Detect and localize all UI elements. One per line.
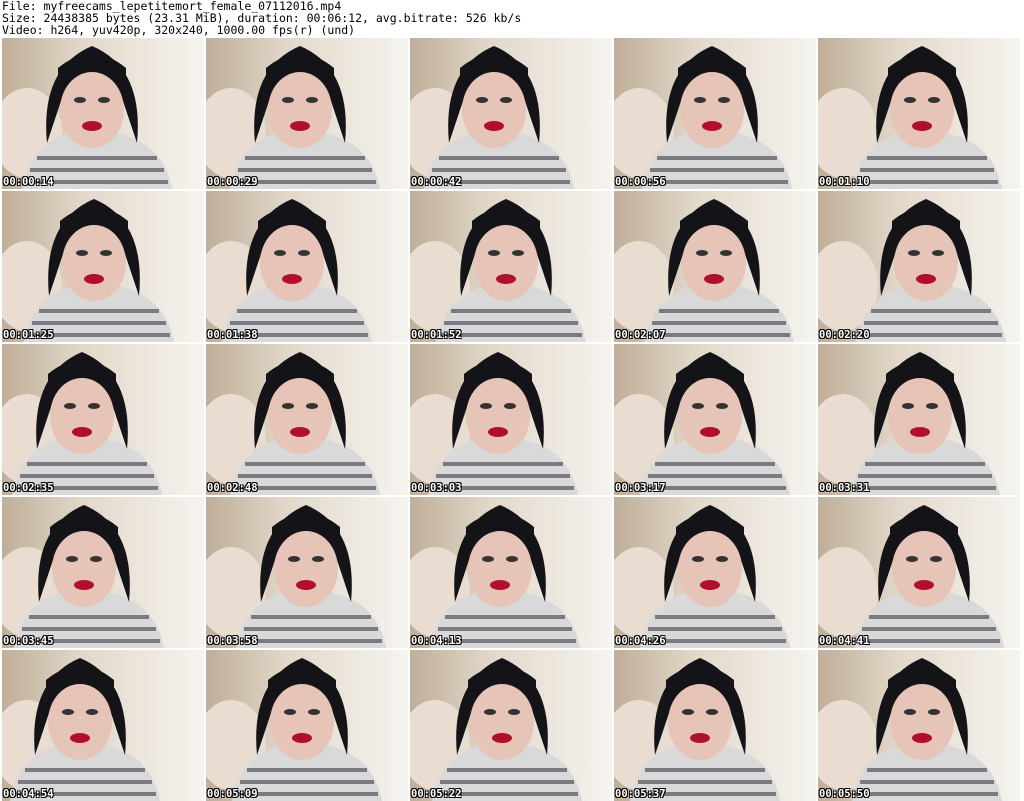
video-frame-thumbnail: 00:02:07 — [614, 191, 816, 342]
timestamp-label: 00:02:48 — [207, 482, 258, 494]
video-frame-thumbnail: 00:05:22 — [410, 650, 612, 801]
video-frame-thumbnail: 00:04:41 — [818, 497, 1020, 648]
frame-image — [2, 38, 204, 189]
timestamp-label: 00:04:54 — [3, 788, 54, 800]
video-frame-thumbnail: 00:00:14 — [2, 38, 204, 189]
video-frame-thumbnail: 00:05:50 — [818, 650, 1020, 801]
timestamp-label: 00:03:31 — [819, 482, 870, 494]
timestamp-label: 00:04:41 — [819, 635, 870, 647]
frame-image — [2, 191, 204, 342]
frame-image — [818, 38, 1020, 189]
timestamp-label: 00:03:17 — [615, 482, 666, 494]
frame-image — [818, 650, 1020, 801]
frame-image — [2, 497, 204, 648]
timestamp-label: 00:03:03 — [411, 482, 462, 494]
frame-image — [818, 497, 1020, 648]
video-frame-thumbnail: 00:05:37 — [614, 650, 816, 801]
timestamp-label: 00:00:29 — [207, 176, 258, 188]
video-info-line: Video: h264, yuv420p, 320x240, 1000.00 f… — [2, 23, 356, 37]
video-frame-thumbnail: 00:00:29 — [206, 38, 408, 189]
frame-image — [206, 497, 408, 648]
frame-image — [614, 650, 816, 801]
frame-image — [410, 38, 612, 189]
frame-image — [614, 497, 816, 648]
frame-image — [818, 344, 1020, 495]
timestamp-label: 00:01:10 — [819, 176, 870, 188]
video-frame-thumbnail: 00:00:56 — [614, 38, 816, 189]
video-frame-thumbnail: 00:04:26 — [614, 497, 816, 648]
timestamp-label: 00:05:37 — [615, 788, 666, 800]
video-frame-thumbnail: 00:03:45 — [2, 497, 204, 648]
frame-image — [206, 191, 408, 342]
frame-image — [206, 650, 408, 801]
timestamp-label: 00:04:26 — [615, 635, 666, 647]
timestamp-label: 00:03:58 — [207, 635, 258, 647]
frame-image — [614, 344, 816, 495]
frame-image — [206, 344, 408, 495]
video-frame-thumbnail: 00:02:35 — [2, 344, 204, 495]
video-frame-thumbnail: 00:01:25 — [2, 191, 204, 342]
timestamp-label: 00:05:50 — [819, 788, 870, 800]
video-frame-thumbnail: 00:03:03 — [410, 344, 612, 495]
timestamp-label: 00:00:42 — [411, 176, 462, 188]
frame-image — [818, 191, 1020, 342]
video-frame-thumbnail: 00:02:48 — [206, 344, 408, 495]
frame-image — [614, 38, 816, 189]
timestamp-label: 00:02:20 — [819, 329, 870, 341]
frame-image — [2, 650, 204, 801]
timestamp-label: 00:02:35 — [3, 482, 54, 494]
frame-image — [410, 344, 612, 495]
timestamp-label: 00:00:56 — [615, 176, 666, 188]
timestamp-label: 00:01:38 — [207, 329, 258, 341]
timestamp-label: 00:05:09 — [207, 788, 258, 800]
timestamp-label: 00:02:07 — [615, 329, 666, 341]
frame-image — [2, 344, 204, 495]
timestamp-label: 00:03:45 — [3, 635, 54, 647]
frame-image — [410, 191, 612, 342]
file-info-header: File: myfreecams_lepetitemort_female_071… — [2, 0, 521, 36]
timestamp-label: 00:05:22 — [411, 788, 462, 800]
video-frame-thumbnail: 00:03:58 — [206, 497, 408, 648]
video-frame-thumbnail: 00:00:42 — [410, 38, 612, 189]
thumbnail-grid: 00:00:14 00:00:29 00:00:42 00:00:56 00:01:10… — [2, 38, 1020, 801]
video-frame-thumbnail: 00:03:31 — [818, 344, 1020, 495]
video-frame-thumbnail: 00:05:09 — [206, 650, 408, 801]
video-frame-thumbnail: 00:04:54 — [2, 650, 204, 801]
video-frame-thumbnail: 00:01:52 — [410, 191, 612, 342]
timestamp-label: 00:01:25 — [3, 329, 54, 341]
frame-image — [410, 497, 612, 648]
video-frame-thumbnail: 00:01:10 — [818, 38, 1020, 189]
timestamp-label: 00:04:13 — [411, 635, 462, 647]
video-frame-thumbnail: 00:03:17 — [614, 344, 816, 495]
video-frame-thumbnail: 00:02:20 — [818, 191, 1020, 342]
video-frame-thumbnail: 00:01:38 — [206, 191, 408, 342]
timestamp-label: 00:01:52 — [411, 329, 462, 341]
frame-image — [410, 650, 612, 801]
frame-image — [614, 191, 816, 342]
timestamp-label: 00:00:14 — [3, 176, 54, 188]
frame-image — [206, 38, 408, 189]
video-frame-thumbnail: 00:04:13 — [410, 497, 612, 648]
